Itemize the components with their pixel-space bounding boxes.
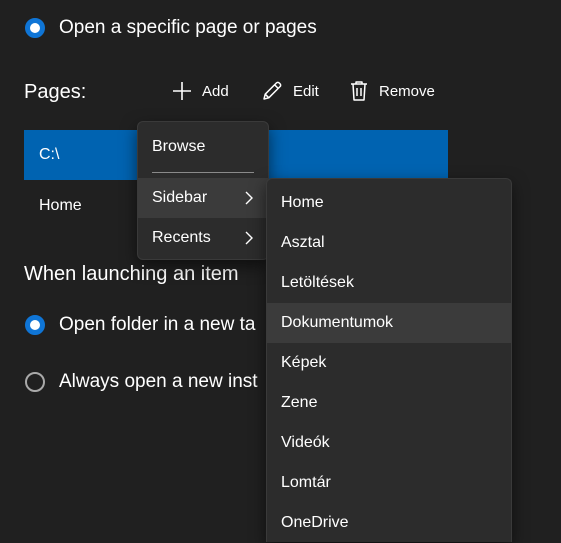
submenu-item-kepek[interactable]: Képek (267, 343, 511, 383)
menu-item-sidebar[interactable]: Sidebar (138, 178, 268, 218)
open-specific-page-label: Open a specific page or pages (59, 17, 317, 38)
submenu-item-label: Videók (281, 434, 330, 451)
submenu-item-zene[interactable]: Zene (267, 383, 511, 423)
submenu-item-label: Lomtár (281, 474, 331, 491)
edit-label: Edit (293, 82, 319, 100)
submenu-item-label: Home (281, 194, 324, 211)
remove-label: Remove (379, 82, 435, 100)
remove-button[interactable]: Remove (349, 77, 435, 105)
menu-item-recents[interactable]: Recents (138, 218, 268, 258)
plus-icon (173, 82, 191, 100)
open-specific-page-radio[interactable] (25, 18, 45, 38)
pages-heading: Pages: (24, 81, 87, 103)
menu-item-browse[interactable]: Browse (138, 127, 268, 167)
open-new-tab-label: Open folder in a new ta (59, 314, 256, 335)
edit-button[interactable]: Edit (261, 77, 319, 105)
submenu-item-label: Asztal (281, 234, 325, 251)
chevron-right-icon (245, 191, 253, 205)
context-menu: Browse Sidebar Recents (137, 121, 269, 260)
menu-item-label: Browse (152, 138, 206, 155)
submenu-item-lomtar[interactable]: Lomtár (267, 463, 511, 503)
add-label: Add (202, 82, 229, 100)
list-item-label: C:\ (39, 146, 60, 163)
submenu-item-label: OneDrive (281, 514, 349, 531)
list-item-label: Home (39, 197, 82, 214)
submenu-item-label: Zene (281, 394, 318, 411)
menu-separator (152, 172, 254, 173)
pencil-icon (263, 81, 282, 100)
trash-icon (351, 81, 367, 101)
open-new-tab-radio[interactable] (25, 315, 45, 335)
submenu-item-letoltesek[interactable]: Letöltések (267, 263, 511, 303)
add-button[interactable]: Add (172, 77, 229, 105)
submenu-item-label: Letöltések (281, 274, 354, 291)
submenu-item-asztal[interactable]: Asztal (267, 223, 511, 263)
submenu-item-home[interactable]: Home (267, 183, 511, 223)
launch-heading: When launching an item (24, 263, 239, 285)
open-new-instance-radio[interactable] (25, 372, 45, 392)
sidebar-submenu: Home Asztal Letöltések Dokumentumok Képe… (266, 178, 512, 542)
submenu-item-videok[interactable]: Videók (267, 423, 511, 463)
menu-item-label: Sidebar (152, 189, 208, 206)
submenu-item-onedrive[interactable]: OneDrive (267, 503, 511, 543)
submenu-item-dokumentumok[interactable]: Dokumentumok (267, 303, 511, 343)
open-new-instance-label: Always open a new inst (59, 371, 258, 392)
submenu-item-label: Képek (281, 354, 327, 371)
submenu-item-label: Dokumentumok (281, 314, 394, 331)
chevron-right-icon (245, 231, 253, 245)
menu-item-label: Recents (152, 229, 211, 246)
